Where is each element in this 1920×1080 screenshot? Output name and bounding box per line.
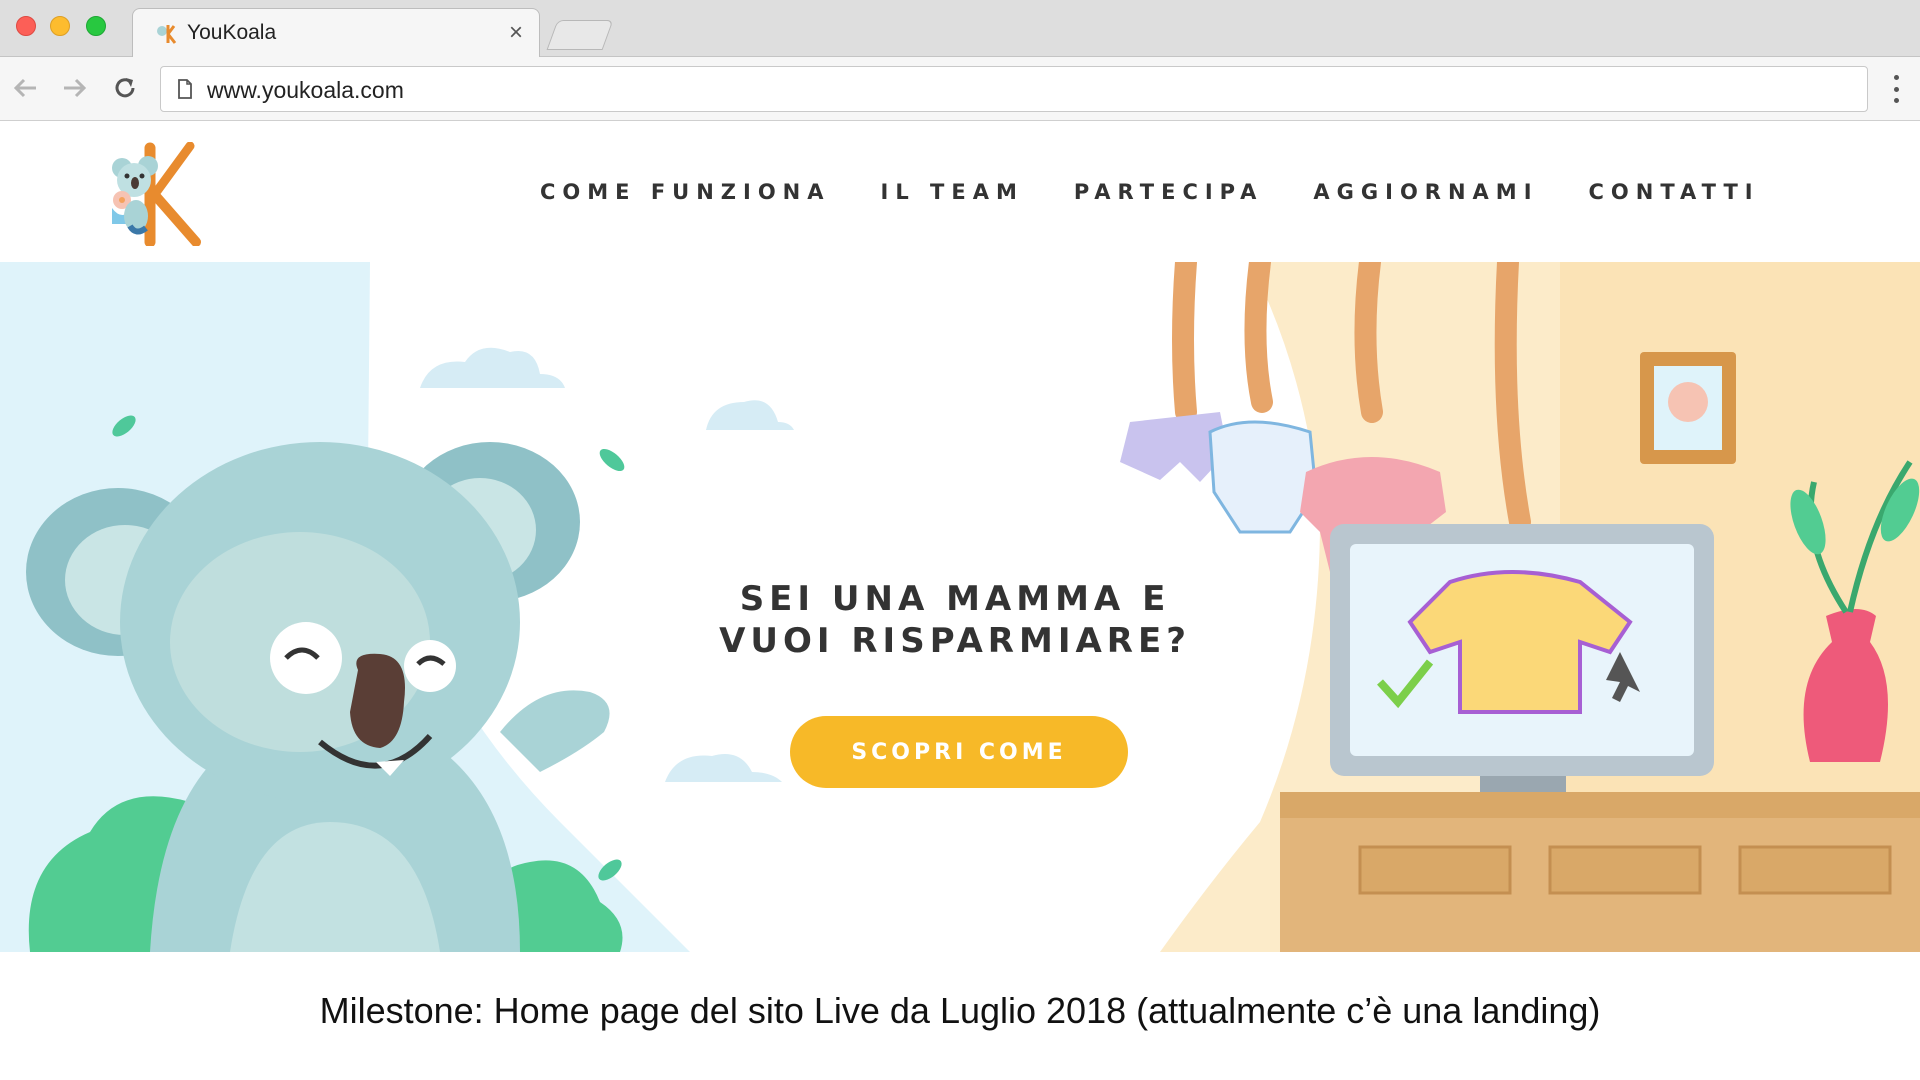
scopri-come-button[interactable]: SCOPRI COME	[790, 716, 1128, 788]
hero-section: SEI UNA MAMMA E VUOI RISPARMIARE? SCOPRI…	[0, 262, 1920, 952]
nav-link-il-team[interactable]: IL TEAM	[881, 180, 1024, 210]
window-maximize-button[interactable]	[86, 16, 106, 36]
tab-title: YouKoala	[187, 21, 277, 44]
hero-headline-line-1: SEI UNA MAMMA E	[739, 579, 1171, 619]
reload-icon[interactable]	[108, 71, 142, 105]
forward-arrow-icon[interactable]	[58, 71, 92, 105]
page-icon	[178, 79, 192, 99]
site-header: COME FUNZIONA IL TEAM PARTECIPA AGGIORNA…	[0, 122, 1920, 262]
hero-headline: SEI UNA MAMMA E VUOI RISPARMIARE?	[700, 578, 1210, 662]
close-icon[interactable]: ×	[509, 19, 523, 47]
address-bar[interactable]: www.youkoala.com	[160, 66, 1868, 112]
browser-toolbar: www.youkoala.com	[0, 57, 1920, 121]
main-nav: COME FUNZIONA IL TEAM PARTECIPA AGGIORNA…	[540, 180, 1760, 210]
nav-link-partecipa[interactable]: PARTECIPA	[1074, 180, 1264, 210]
new-tab-button[interactable]	[546, 20, 614, 50]
browser-titlebar: YouKoala ×	[0, 0, 1920, 58]
kebab-menu-icon[interactable]	[1890, 75, 1902, 103]
slide-caption: Milestone: Home page del sito Live da Lu…	[319, 990, 1601, 1031]
url-text: www.youkoala.com	[207, 77, 404, 103]
window-close-button[interactable]	[16, 16, 36, 36]
youkoala-logo[interactable]	[104, 142, 204, 246]
browser-tab-active[interactable]: YouKoala ×	[132, 8, 540, 58]
favicon-icon	[157, 25, 177, 44]
nav-link-aggiornami[interactable]: AGGIORNAMI	[1313, 180, 1538, 210]
nav-link-come-funziona[interactable]: COME FUNZIONA	[540, 180, 831, 210]
back-arrow-icon[interactable]	[8, 71, 42, 105]
hero-headline-line-2: VUOI RISPARMIARE?	[719, 621, 1191, 661]
window-minimize-button[interactable]	[50, 16, 70, 36]
nav-link-contatti[interactable]: CONTATTI	[1589, 180, 1760, 210]
